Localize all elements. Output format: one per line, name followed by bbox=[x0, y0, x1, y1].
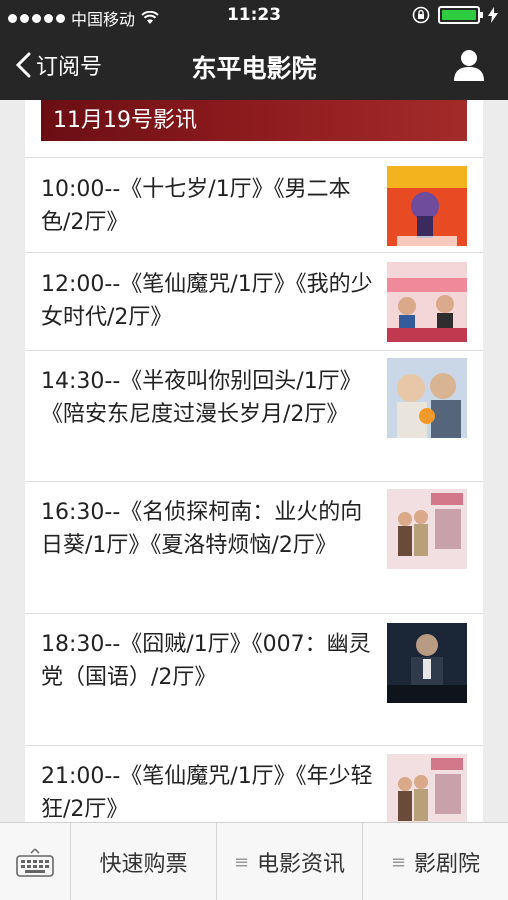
orientation-lock-icon bbox=[412, 6, 430, 24]
bottom-menu-bar: 快速购票 ≡ 电影资讯 ≡ 影剧院 bbox=[0, 822, 508, 900]
menu-lines-icon: ≡ bbox=[233, 851, 250, 873]
movie-poster bbox=[387, 166, 467, 246]
banner-image: 11月19号影讯 bbox=[41, 100, 467, 141]
movie-poster bbox=[387, 623, 467, 703]
schedule-text: 12:00--《笔仙魔咒/1厅》《我的少女时代/2厅》 bbox=[41, 272, 373, 330]
movie-poster bbox=[387, 489, 467, 569]
schedule-text: 16:30--《名侦探柯南：业火的向日葵/1厅》《夏洛特烦恼/2厅》 bbox=[41, 500, 363, 558]
menu-lines-icon: ≡ bbox=[390, 851, 407, 873]
battery-icon bbox=[438, 6, 483, 24]
list-item[interactable]: 18:30--《囧贼/1厅》《007：幽灵党（国语）/2厅》 bbox=[25, 614, 483, 745]
menu-quick-ticket[interactable]: 快速购票 bbox=[70, 823, 216, 900]
menu-label: 电影资讯 bbox=[257, 852, 346, 877]
movie-poster bbox=[387, 262, 467, 342]
schedule-text: 14:30--《半夜叫你别回头/1厅》《陪安东尼度过漫长岁月/2厅》 bbox=[41, 369, 362, 427]
menu-theater[interactable]: ≡ 影剧院 bbox=[362, 823, 508, 900]
menu-label: 快速购票 bbox=[99, 852, 188, 877]
status-bar: 中国移动 11:23 bbox=[0, 0, 508, 32]
menu-movie-news[interactable]: ≡ 电影资讯 bbox=[216, 823, 362, 900]
movie-poster bbox=[387, 358, 467, 438]
menu-label: 影剧院 bbox=[414, 852, 481, 877]
keyboard-toggle-button[interactable] bbox=[0, 823, 70, 900]
keyboard-icon bbox=[16, 848, 54, 877]
movie-poster bbox=[387, 754, 467, 822]
nav-bar: 订阅号 东平电影院 bbox=[0, 32, 508, 100]
schedule-text: 10:00--《十七岁/1厅》《男二本色/2厅》 bbox=[41, 177, 351, 235]
list-item[interactable]: 16:30--《名侦探柯南：业火的向日葵/1厅》《夏洛特烦恼/2厅》 bbox=[25, 482, 483, 613]
article-content: 11月19号影讯 10:00--《十七岁/1厅》《男二本色/2厅》 12:00-… bbox=[25, 100, 483, 822]
charging-bolt-icon bbox=[488, 7, 498, 23]
user-profile-icon[interactable] bbox=[452, 48, 486, 82]
list-item[interactable]: 10:00--《十七岁/1厅》《男二本色/2厅》 bbox=[25, 158, 483, 252]
list-item[interactable]: 21:00--《笔仙魔咒/1厅》《年少轻狂/2厅》 bbox=[25, 746, 483, 822]
list-item[interactable]: 14:30--《半夜叫你别回头/1厅》《陪安东尼度过漫长岁月/2厅》 bbox=[25, 351, 483, 481]
page-title: 东平电影院 bbox=[191, 54, 317, 83]
schedule-text: 18:30--《囧贼/1厅》《007：幽灵党（国语）/2厅》 bbox=[41, 632, 371, 690]
banner-title: 11月19号影讯 bbox=[53, 108, 197, 133]
schedule-text: 21:00--《笔仙魔咒/1厅》《年少轻狂/2厅》 bbox=[41, 764, 373, 822]
list-item[interactable]: 12:00--《笔仙魔咒/1厅》《我的少女时代/2厅》 bbox=[25, 253, 483, 350]
